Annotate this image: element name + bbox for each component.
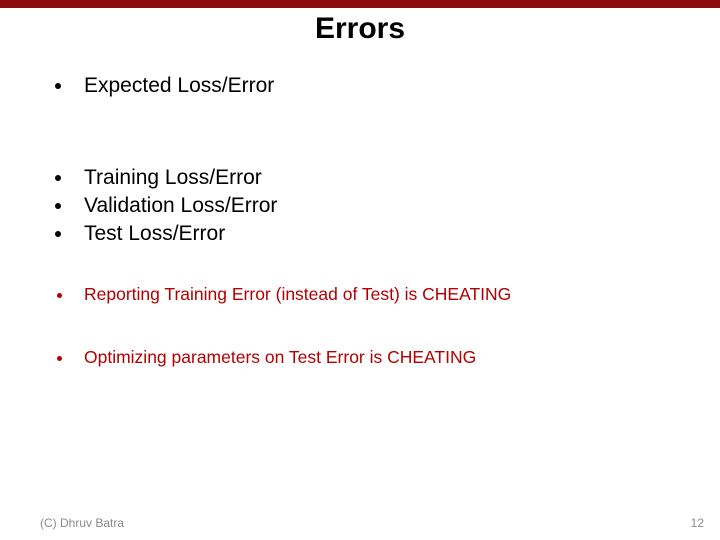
bullet-item-red: Optimizing parameters on Test Error is C… [74, 347, 720, 368]
top-accent-bar [0, 0, 720, 8]
bullet-item: Validation Loss/Error [74, 194, 720, 218]
spacer [0, 305, 720, 347]
bullet-group-1: Expected Loss/Error [0, 74, 720, 98]
bullet-item: Test Loss/Error [74, 222, 720, 246]
bullet-item: Expected Loss/Error [74, 74, 720, 98]
slide: Errors Expected Loss/Error Training Loss… [0, 0, 720, 540]
spacer [0, 250, 720, 284]
copyright-text: (C) Dhruv Batra [40, 516, 124, 530]
bullet-group-red-2: Optimizing parameters on Test Error is C… [0, 347, 720, 368]
bullet-group-red-1: Reporting Training Error (instead of Tes… [0, 284, 720, 305]
bullet-item-red: Reporting Training Error (instead of Tes… [74, 284, 720, 305]
bullet-group-2: Training Loss/Error Validation Loss/Erro… [0, 166, 720, 246]
bullet-item: Training Loss/Error [74, 166, 720, 190]
footer: (C) Dhruv Batra 12 [0, 516, 720, 530]
spacer [0, 102, 720, 138]
page-number: 12 [691, 516, 704, 530]
slide-title: Errors [0, 12, 720, 46]
